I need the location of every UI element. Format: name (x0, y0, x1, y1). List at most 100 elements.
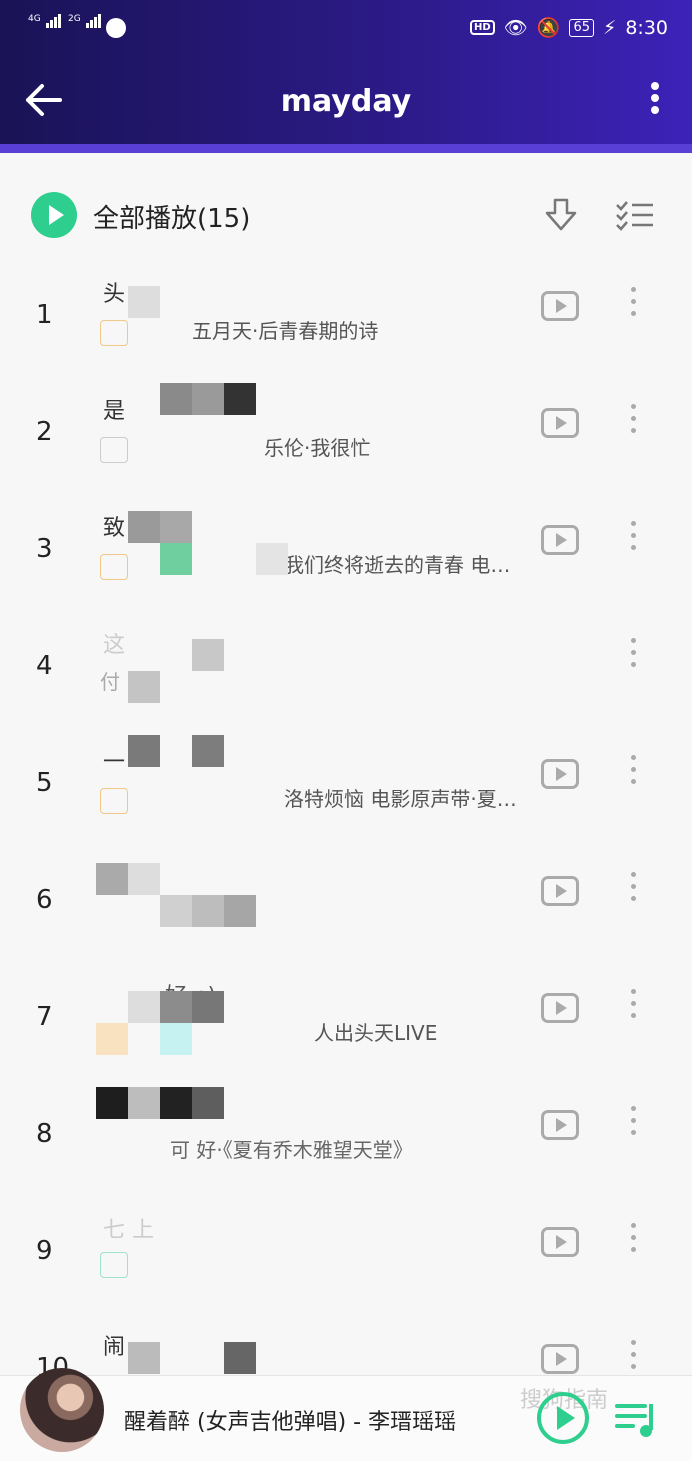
pixelated-blur (192, 1087, 224, 1119)
page-title: mayday (280, 84, 412, 119)
song-subtitle: 乐伦·我很忙 (264, 436, 371, 460)
pixelated-blur (128, 286, 160, 318)
song-subtitle: 可 好·《夏有乔木雅望天堂》 (170, 1138, 413, 1162)
mv-play-icon[interactable] (541, 993, 579, 1023)
pixelated-blur (160, 895, 192, 927)
pixelated-blur (224, 1342, 256, 1374)
play-all-icon[interactable] (31, 192, 77, 238)
song-subtitle: 我们终将逝去的青春 电影原声带 (284, 553, 530, 577)
more-options-icon[interactable] (628, 1223, 638, 1259)
pixelated-blur (128, 735, 160, 767)
pixelated-blur (128, 511, 160, 543)
song-title: 是 (103, 399, 126, 424)
clock: 8:30 (625, 16, 668, 39)
song-row[interactable]: 3 致 我们终将逝去的青春 电影原声带 (0, 492, 692, 609)
song-row[interactable]: 9 七 上 (0, 1194, 692, 1311)
pixelated-blur (192, 991, 224, 1023)
mini-player[interactable]: 醒着醉 (女声吉他弹唱) - 李瑨瑶瑶 搜狗指南 (0, 1368, 692, 1461)
pixelated-blur (160, 511, 192, 543)
pixelated-blur (160, 1087, 192, 1119)
quality-tag (100, 787, 128, 814)
song-row[interactable]: 5 一 洛特烦恼 电影原声带·夏洛特烦恼 (0, 726, 692, 843)
top-bar-strip (0, 144, 692, 153)
pixelated-blur (160, 991, 192, 1023)
song-number: 7 (36, 1002, 53, 1032)
signal-4g-icon: 4G (28, 14, 62, 28)
pixelated-blur (160, 383, 192, 415)
pixelated-blur (192, 383, 224, 415)
mv-play-icon[interactable] (541, 876, 579, 906)
play-icon[interactable] (537, 1392, 589, 1444)
more-options-icon[interactable] (628, 1340, 638, 1376)
pixelated-blur (256, 543, 288, 575)
globe-icon (106, 18, 126, 38)
pixelated-blur (128, 863, 160, 895)
song-number: 3 (36, 534, 53, 564)
quality-tag (100, 436, 128, 463)
more-options-icon[interactable] (628, 755, 638, 791)
play-all-label[interactable]: 全部播放(15) (93, 198, 250, 235)
download-icon[interactable] (544, 197, 578, 233)
more-options-icon[interactable] (628, 1106, 638, 1142)
pixelated-blur (96, 1023, 128, 1055)
album-cover[interactable] (20, 1368, 104, 1452)
now-playing-title[interactable]: 醒着醉 (女声吉他弹唱) - 李瑨瑶瑶 (124, 1404, 504, 1436)
status-bar: 4G 2G HD 👁 🔕 65 ⚡ 8:30 (0, 0, 692, 58)
song-title: 七 上 (103, 1218, 154, 1243)
song-number: 9 (36, 1236, 53, 1266)
more-options-icon[interactable] (628, 638, 638, 674)
more-options-icon[interactable] (628, 872, 638, 908)
pixelated-blur (224, 895, 256, 927)
song-title: 致 (103, 516, 126, 541)
signal-2g-icon: 2G (68, 14, 102, 28)
song-row[interactable]: 4 这 付 (0, 609, 692, 726)
more-options-icon[interactable] (628, 989, 638, 1025)
bell-muted-icon: 🔕 (536, 17, 561, 39)
more-options-icon[interactable] (628, 287, 638, 323)
mv-play-icon[interactable] (541, 408, 579, 438)
mv-play-icon[interactable] (541, 291, 579, 321)
mv-play-icon[interactable] (541, 1344, 579, 1374)
multi-select-list-icon[interactable] (615, 200, 655, 232)
song-number: 4 (36, 651, 53, 681)
song-number: 6 (36, 885, 53, 915)
pixelated-blur (128, 1087, 160, 1119)
song-row[interactable]: 7 好 e) 人出头天LIVE (0, 960, 692, 1077)
pixelated-blur (128, 671, 160, 703)
song-number: 2 (36, 417, 53, 447)
song-subtitle: 五月天·后青春期的诗 (192, 319, 379, 343)
song-row[interactable]: 8 可 好·《夏有乔木雅望天堂》 (0, 1077, 692, 1194)
song-number: 8 (36, 1119, 53, 1149)
pixelated-blur (192, 639, 224, 671)
song-row[interactable]: 2 是 乐伦·我很忙 (0, 375, 692, 492)
song-number: 1 (36, 300, 53, 330)
play-all-row[interactable]: 全部播放(15) (0, 153, 692, 273)
signal-2g-label: 2G (68, 14, 81, 24)
charging-icon: ⚡ (602, 16, 617, 39)
song-subtitle: 付 (100, 670, 120, 694)
pixelated-blur (128, 991, 160, 1023)
more-options-icon[interactable] (628, 404, 638, 440)
playlist-icon[interactable] (615, 1400, 659, 1440)
pixelated-blur (128, 1342, 160, 1374)
mv-play-icon[interactable] (541, 1227, 579, 1257)
mv-play-icon[interactable] (541, 759, 579, 789)
pixelated-blur (96, 1087, 128, 1119)
more-options-icon[interactable] (628, 521, 638, 557)
pixelated-blur (192, 735, 224, 767)
battery-icon: 65 (569, 18, 594, 37)
mv-play-icon[interactable] (541, 525, 579, 555)
song-row[interactable]: 6 活 (0, 843, 692, 960)
song-title: 这 (103, 633, 126, 658)
pixelated-blur (224, 383, 256, 415)
more-vertical-icon[interactable] (648, 82, 662, 122)
song-row[interactable]: 1 头 五月天·后青春期的诗 (0, 258, 692, 375)
pixelated-blur (160, 1023, 192, 1055)
song-subtitle: 人出头天LIVE (314, 1021, 438, 1045)
song-subtitle: 洛特烦恼 电影原声带·夏洛特烦恼 (284, 787, 530, 811)
song-title: 头 (103, 282, 126, 307)
song-number: 5 (36, 768, 53, 798)
signal-4g-label: 4G (28, 14, 41, 24)
quality-tag (100, 319, 128, 346)
mv-play-icon[interactable] (541, 1110, 579, 1140)
